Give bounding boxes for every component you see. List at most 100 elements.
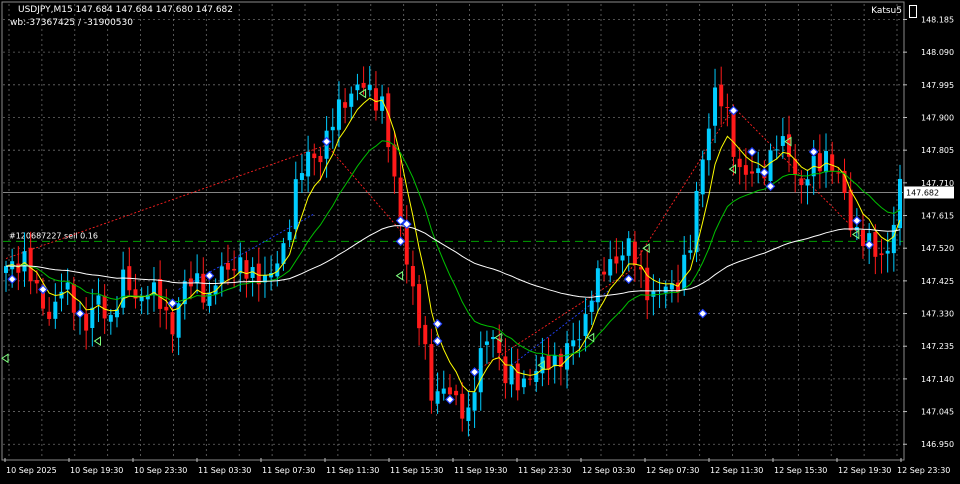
candle-body bbox=[879, 253, 884, 256]
x-tick-label: 12 Sep 15:30 bbox=[774, 466, 827, 475]
candle-body bbox=[577, 339, 582, 341]
x-tick-label: 12 Sep 19:30 bbox=[838, 466, 891, 475]
candle-body bbox=[287, 231, 292, 241]
candle-body bbox=[528, 378, 533, 380]
candle-body bbox=[447, 387, 452, 395]
candle-body bbox=[885, 250, 890, 254]
signal-diamond bbox=[728, 105, 739, 116]
candle-body bbox=[373, 88, 378, 111]
signal-arrow bbox=[1, 353, 9, 364]
candle-body bbox=[589, 300, 594, 312]
candle-body bbox=[435, 391, 440, 404]
candle-body bbox=[725, 107, 730, 109]
y-tick-label: 146.950 bbox=[921, 440, 954, 449]
candle-body bbox=[219, 266, 224, 284]
candle-body bbox=[663, 286, 668, 293]
candle-body bbox=[565, 343, 570, 370]
candle-body bbox=[503, 356, 508, 384]
candle-body bbox=[22, 251, 27, 272]
candle-body bbox=[626, 238, 631, 256]
x-tick-label: 11 Sep 19:30 bbox=[454, 466, 507, 475]
candle-body bbox=[293, 179, 298, 230]
candle-body bbox=[47, 311, 52, 319]
candle-body bbox=[336, 99, 341, 130]
y-tick-label: 147.140 bbox=[921, 375, 954, 384]
time-axis: 10 Sep 2025 10 Sep 19:30 10 Sep 23:30 11 Se… bbox=[4, 458, 950, 475]
candle-body bbox=[817, 153, 822, 172]
candle-body bbox=[16, 263, 21, 273]
candle-body bbox=[28, 247, 33, 282]
candle-body bbox=[96, 295, 101, 305]
candle-body bbox=[312, 153, 317, 159]
candle-body bbox=[620, 255, 625, 261]
candle-body bbox=[472, 392, 477, 411]
candle-body bbox=[232, 268, 237, 271]
candle-body bbox=[478, 348, 483, 393]
candle-body bbox=[460, 393, 465, 419]
signal-diamond bbox=[808, 147, 819, 157]
signal-arrow bbox=[851, 229, 860, 240]
candle-body bbox=[299, 173, 304, 180]
candle-body bbox=[737, 158, 742, 168]
x-tick-label: 12 Sep 23:30 bbox=[897, 466, 950, 475]
candle-body bbox=[34, 280, 39, 284]
moving-averages bbox=[5, 97, 901, 393]
candle-body bbox=[509, 365, 514, 385]
candle-body bbox=[429, 344, 434, 401]
candle-body bbox=[595, 268, 600, 303]
candlestick-chart[interactable]: #120687227 sell 0.16 148.185 148.090 147.9… bbox=[0, 0, 960, 480]
y-tick-label: 147.425 bbox=[921, 277, 954, 286]
candle-body bbox=[4, 266, 8, 273]
expert-advisor-name[interactable]: Katsu5 bbox=[871, 6, 902, 16]
candle-body bbox=[102, 295, 107, 319]
signal-arrow bbox=[395, 270, 404, 281]
candle-body bbox=[891, 224, 896, 254]
candle-body bbox=[349, 93, 354, 107]
order-label: #120687227 sell 0.16 bbox=[9, 231, 98, 240]
candle-body bbox=[836, 172, 841, 174]
candle-body bbox=[515, 363, 520, 391]
candle-body bbox=[410, 266, 415, 287]
candle-body bbox=[454, 390, 459, 396]
candle-body bbox=[201, 273, 206, 303]
y-tick-label: 147.615 bbox=[921, 212, 954, 221]
candle-body bbox=[484, 341, 489, 345]
signal-diamond bbox=[321, 136, 332, 147]
candle-body bbox=[756, 168, 761, 174]
expert-smile-icon[interactable] bbox=[909, 5, 917, 18]
x-tick-label: 12 Sep 03:30 bbox=[582, 466, 635, 475]
candle-body bbox=[392, 144, 397, 177]
x-tick-label: 11 Sep 07:30 bbox=[262, 466, 315, 475]
grid bbox=[3, 4, 903, 458]
candle-body bbox=[805, 179, 810, 186]
candle-body bbox=[750, 171, 755, 174]
candle-body bbox=[84, 313, 89, 331]
candle-body bbox=[398, 177, 403, 221]
candle-body bbox=[780, 136, 785, 146]
candle-body bbox=[417, 284, 422, 329]
candle-body bbox=[830, 154, 835, 171]
candle-body bbox=[244, 260, 249, 279]
x-tick-label: 12 Sep 11:30 bbox=[710, 466, 763, 475]
signal-diamond bbox=[623, 274, 634, 285]
current-price-label: 147.682 bbox=[906, 188, 939, 197]
y-tick-label: 147.995 bbox=[921, 81, 954, 90]
candle-body bbox=[731, 110, 736, 157]
candle-body bbox=[170, 312, 175, 335]
price-chart[interactable]: #120687227 sell 0.16 148.185 148.090 147.9… bbox=[0, 0, 960, 480]
candle-body bbox=[404, 223, 409, 265]
ma-slow-line bbox=[5, 225, 901, 298]
y-tick-label: 147.330 bbox=[921, 310, 954, 319]
candle-body bbox=[330, 126, 335, 131]
candle-body bbox=[632, 241, 637, 265]
candles bbox=[4, 66, 902, 437]
candle-body bbox=[719, 84, 724, 107]
signal-diamond bbox=[759, 167, 770, 178]
x-tick-label: 11 Sep 03:30 bbox=[198, 466, 251, 475]
y-tick-label: 147.805 bbox=[921, 146, 954, 155]
candle-body bbox=[774, 149, 779, 151]
signal-diamond bbox=[864, 239, 875, 250]
candle-body bbox=[367, 84, 372, 90]
candle-body bbox=[706, 128, 711, 161]
candle-body bbox=[602, 271, 607, 275]
